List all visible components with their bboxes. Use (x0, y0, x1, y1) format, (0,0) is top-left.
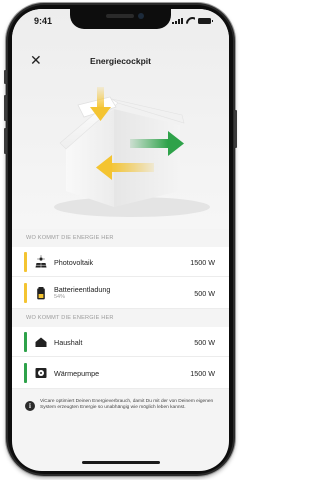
source-value: 1500 W (190, 258, 215, 267)
volume-down-button (4, 128, 7, 154)
app-screen: ✕ Energiecockpit 9:41 WO KOMMT DIE ENERG… (12, 9, 229, 471)
signal-icon (172, 18, 183, 24)
consumer-value: 500 W (194, 338, 215, 347)
source-label: Batterieentladung (54, 285, 111, 294)
phone-notch (70, 9, 171, 29)
wifi-icon (186, 17, 195, 24)
source-value: 500 W (194, 289, 215, 298)
house-icon (35, 337, 47, 347)
consumer-row-haushalt[interactable]: Haushalt 500 W (12, 327, 229, 357)
source-row-battery[interactable]: Batterieentladung 54% 500 W (12, 277, 229, 309)
volume-up-button (4, 95, 7, 121)
status-icons (172, 17, 213, 24)
info-icon: i (25, 401, 35, 411)
heat-pump-icon (35, 368, 47, 378)
energy-flow-hero: ✕ Energiecockpit (12, 9, 229, 229)
home-indicator[interactable] (82, 461, 160, 464)
mute-switch (4, 70, 7, 84)
source-color-bar (24, 252, 27, 272)
consumer-value: 1500 W (190, 369, 215, 378)
page-title: Energiecockpit (90, 56, 151, 66)
consumer-label: Haushalt (54, 338, 83, 347)
speaker-grille (106, 14, 134, 18)
front-camera (138, 13, 144, 19)
source-label: Photovoltaik (54, 258, 94, 267)
consumer-color-bar (24, 332, 27, 352)
source-color-bar (24, 283, 27, 303)
battery-status-icon (198, 18, 213, 24)
sources-section-header: WO KOMMT DIE ENERGIE HER (12, 229, 229, 247)
consumer-row-waermepumpe[interactable]: Wärmepumpe 1500 W (12, 357, 229, 389)
battery-icon (37, 287, 45, 300)
solar-panel-icon (35, 255, 47, 268)
consumer-color-bar (24, 363, 27, 383)
house-illustration (54, 87, 210, 217)
consumer-label: Wärmepumpe (54, 369, 100, 378)
status-time: 9:41 (34, 16, 53, 26)
info-note: i ViCare optimiert Deinen Energieverbrau… (12, 394, 229, 441)
info-text: ViCare optimiert Deinen Energieverbrauch… (40, 399, 214, 411)
source-row-photovoltaik[interactable]: Photovoltaik 1500 W (12, 247, 229, 277)
power-button (234, 110, 237, 148)
source-sublabel: 54% (54, 294, 66, 300)
consumers-section-header: WO KOMMT DIE ENERGIE HER (12, 309, 229, 327)
